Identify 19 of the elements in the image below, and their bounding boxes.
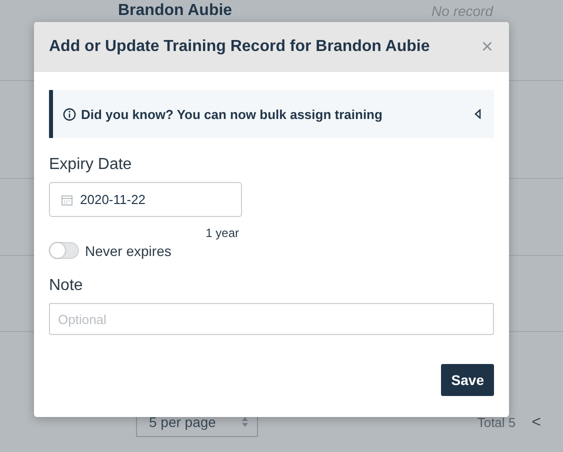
info-icon: [63, 108, 76, 120]
record-status: No record: [432, 3, 493, 19]
toggle-switch[interactable]: [49, 242, 79, 259]
caret-icon[interactable]: [474, 109, 482, 119]
person-name: Brandon Aubie: [118, 2, 232, 20]
field-label: Note: [49, 277, 84, 295]
field-label: Expiry Date: [49, 156, 133, 174]
calendar-icon: [61, 194, 73, 206]
save-button[interactable]: Save: [441, 364, 494, 396]
dialog-title: Add or Update Training Record for Brandon Aubie: [49, 38, 430, 56]
info-callout[interactable]: Did you know? You can now bulk assign training: [49, 90, 494, 138]
previous-page-link[interactable]: <: [532, 414, 541, 432]
duration-hint: 1 year: [204, 226, 239, 240]
note-field[interactable]: Optional: [49, 303, 494, 335]
callout-text: Did you know? You can now bulk assign training: [81, 106, 384, 122]
toggle-label: Never expires: [85, 242, 172, 258]
date-field[interactable]: 2020-11-22: [49, 182, 242, 217]
total-count: Total 5: [477, 415, 516, 430]
sort-caret-icon: [241, 416, 249, 428]
